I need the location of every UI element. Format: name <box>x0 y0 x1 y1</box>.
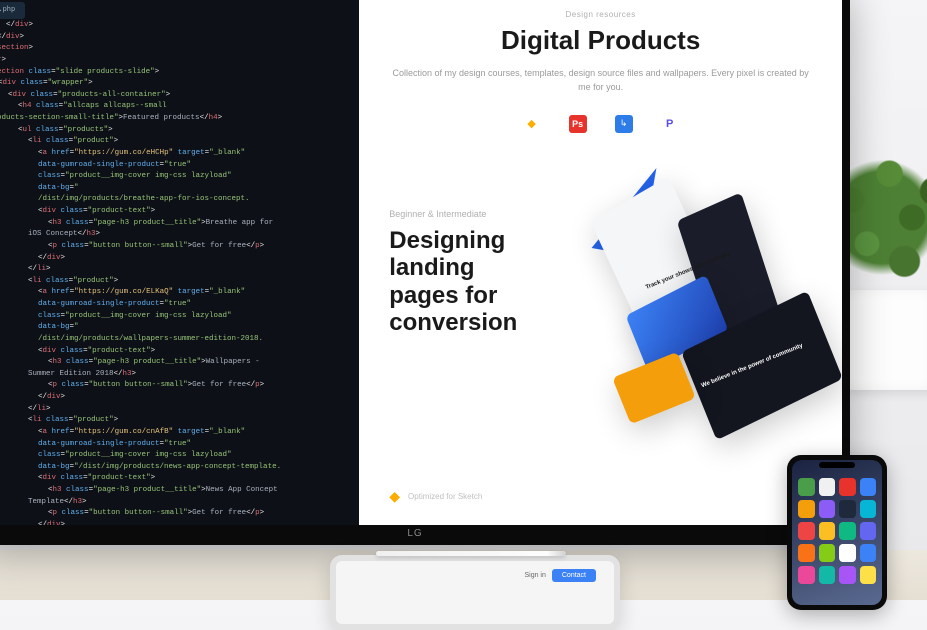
p-tool-icon[interactable]: P <box>661 115 679 133</box>
app-icon[interactable] <box>839 500 856 518</box>
tool-icon[interactable]: ↳ <box>615 115 633 133</box>
code-line: <li class="product"> <box>0 415 351 427</box>
app-icon[interactable] <box>839 566 856 584</box>
code-line: <div class="products-all-container"> <box>0 90 351 102</box>
app-icon[interactable] <box>798 500 815 518</box>
code-line: <p class="button button--small">Get for … <box>0 241 351 253</box>
code-line: <hr> <box>0 55 351 67</box>
app-icon[interactable] <box>860 478 877 496</box>
app-icon[interactable] <box>839 478 856 496</box>
featured-product: Beginner & Intermediate Designing landin… <box>389 163 812 383</box>
code-line: class="product__img-cover img-css lazylo… <box>0 171 351 183</box>
code-line: data-bg=" <box>0 183 351 195</box>
plant-pot <box>847 290 927 390</box>
code-line: <a href="https://gum.co/eHCHp" target="_… <box>0 148 351 160</box>
code-line: data-gumroad-single-product="true" <box>0 160 351 172</box>
code-line: <h3 class="page-h3 product__title">News … <box>0 485 351 497</box>
sketch-footer: ◆ Optimized for Sketch <box>389 488 482 505</box>
code-line: products-section-small-title">Featured p… <box>0 113 351 125</box>
monitor-screen: ts.php </div> </div></section><hr><secti… <box>0 0 842 525</box>
code-line: </li> <box>0 404 351 416</box>
app-icon[interactable] <box>798 566 815 584</box>
phone-home-screen[interactable] <box>792 460 882 605</box>
app-icon[interactable] <box>860 522 877 540</box>
code-line: </div> <box>0 253 351 265</box>
sketch-icon[interactable]: ◆ <box>523 115 541 133</box>
tablet-contact-button[interactable]: Contact <box>552 569 596 582</box>
product-artwork: Track your shows automatically We believ… <box>599 163 812 383</box>
code-line: data-bg=" <box>0 322 351 334</box>
app-icon[interactable] <box>819 566 836 584</box>
code-line: data-gumroad-single-product="true" <box>0 439 351 451</box>
code-line: <div class="wrapper"> <box>0 78 351 90</box>
code-line: Template</h3> <box>0 497 351 509</box>
code-line: <h3 class="page-h3 product__title">Breat… <box>0 218 351 230</box>
code-line: data-bg="/dist/img/products/news-app-con… <box>0 462 351 474</box>
app-icon[interactable] <box>860 566 877 584</box>
product-level: Beginner & Intermediate <box>389 209 579 219</box>
code-line: /dist/img/products/wallpapers-summer-edi… <box>0 334 351 346</box>
code-body: </div> </div></section><hr><section clas… <box>0 20 351 525</box>
product-title: Designing landing pages for conversion <box>389 227 579 337</box>
code-line: <div class="product-text"> <box>0 346 351 358</box>
photoshop-icon[interactable]: Ps <box>569 115 587 133</box>
app-icon[interactable] <box>819 522 836 540</box>
apple-pencil <box>376 551 566 556</box>
app-icon[interactable] <box>798 544 815 562</box>
code-line: <p class="button button--small">Get for … <box>0 380 351 392</box>
code-line: <li class="product"> <box>0 136 351 148</box>
iphone <box>787 455 887 610</box>
code-line: <li class="product"> <box>0 276 351 288</box>
app-icon[interactable] <box>819 478 836 496</box>
app-icon[interactable] <box>860 544 877 562</box>
code-line: data-gumroad-single-product="true" <box>0 299 351 311</box>
sketch-diamond-icon: ◆ <box>389 488 400 505</box>
code-line: </div> <box>0 32 351 44</box>
design-title: Digital Products <box>389 25 812 56</box>
tool-icon-row: ◆ Ps ↳ P <box>389 115 812 133</box>
code-line: </div> <box>0 20 351 32</box>
monitor-brand: LG <box>407 528 422 539</box>
app-icon[interactable] <box>798 522 815 540</box>
code-line: class="product__img-cover img-css lazylo… <box>0 311 351 323</box>
app-icon[interactable] <box>839 522 856 540</box>
code-line: /dist/img/products/breathe-app-for-ios-c… <box>0 194 351 206</box>
code-line: </div> <box>0 392 351 404</box>
app-icon[interactable] <box>819 500 836 518</box>
tablet: Sign in Contact <box>330 555 620 630</box>
code-line: iOS Concept</h3> <box>0 229 351 241</box>
app-icon[interactable] <box>860 500 877 518</box>
code-line: <section class="slide products-slide"> <box>0 67 351 79</box>
code-line: <h3 class="page-h3 product__title">Wallp… <box>0 357 351 369</box>
code-line: <p class="button button--small">Get for … <box>0 508 351 520</box>
design-eyebrow: Design resources <box>389 10 812 19</box>
app-icon[interactable] <box>798 478 815 496</box>
code-line: </li> <box>0 264 351 276</box>
monitor: ts.php </div> </div></section><hr><secti… <box>0 0 850 545</box>
code-line: class="product__img-cover img-css lazylo… <box>0 450 351 462</box>
app-icon[interactable] <box>819 544 836 562</box>
code-line: <div class="product-text"> <box>0 206 351 218</box>
code-editor[interactable]: ts.php </div> </div></section><hr><secti… <box>0 0 359 525</box>
code-line: <h4 class="allcaps allcaps--small <box>0 101 351 113</box>
decorative-orange <box>613 351 697 424</box>
code-line: <a href="https://gum.co/cnAfB" target="_… <box>0 427 351 439</box>
app-icon[interactable] <box>839 544 856 562</box>
code-line: Summer Edition 2018</h3> <box>0 369 351 381</box>
code-line: <a href="https://gum.co/ELKaQ" target="_… <box>0 287 351 299</box>
design-subtitle: Collection of my design courses, templat… <box>389 66 812 95</box>
phone-notch <box>819 462 855 468</box>
tablet-header: Sign in Contact <box>354 569 596 582</box>
code-line: </div> <box>0 520 351 525</box>
editor-tab[interactable]: ts.php <box>0 2 25 19</box>
tablet-signin-link[interactable]: Sign in <box>524 572 545 579</box>
code-line: <div class="product-text"> <box>0 473 351 485</box>
code-line: <ul class="products"> <box>0 125 351 137</box>
code-line: </section> <box>0 43 351 55</box>
browser-pane[interactable]: Design resources Digital Products Collec… <box>359 0 842 525</box>
